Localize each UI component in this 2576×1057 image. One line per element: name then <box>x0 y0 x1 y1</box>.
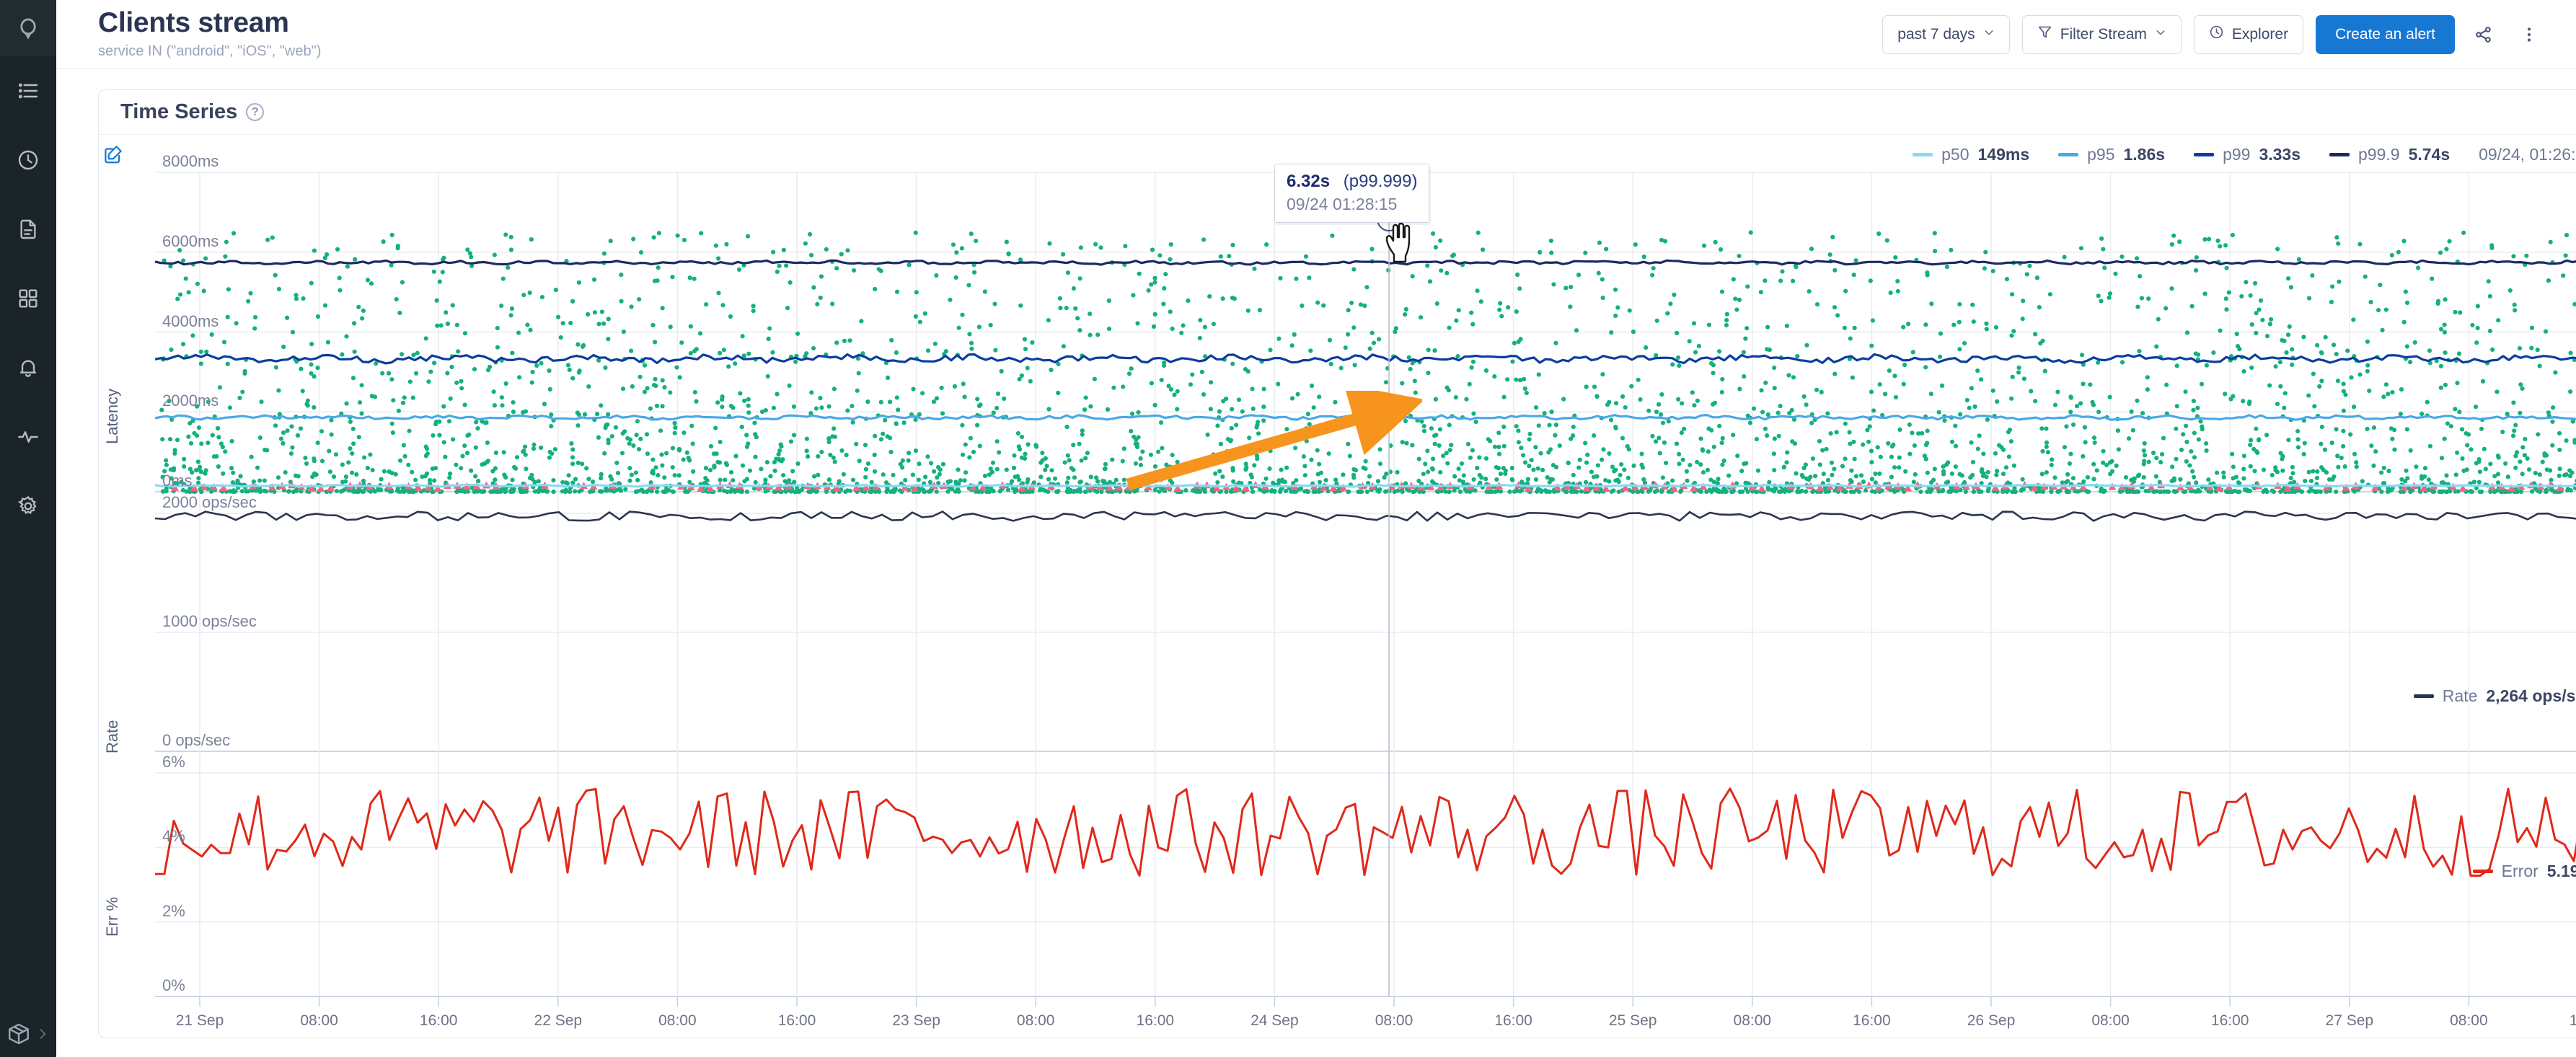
sidebar-bottom-group <box>0 1022 56 1050</box>
page-subtitle: service IN ("android", "iOS", "web") <box>98 43 322 59</box>
sidebar-item-list[interactable] <box>0 56 56 125</box>
x-tick-label: 24 Sep <box>1250 1012 1299 1029</box>
time-range-label: past 7 days <box>1897 25 1975 43</box>
page-title: Clients stream <box>98 7 289 39</box>
chevron-down-icon <box>2155 27 2166 42</box>
x-tick-label: 16:00 <box>2210 1012 2249 1029</box>
x-tick-label: 16:00 <box>777 1012 816 1029</box>
x-tick-label: 08:00 <box>1375 1012 1413 1029</box>
sidebar-item-monitors[interactable] <box>0 402 56 472</box>
series-line-error <box>154 787 2576 877</box>
x-tick-label: 23 Sep <box>892 1012 940 1029</box>
chevron-right-icon[interactable] <box>35 1027 50 1045</box>
y-tick-label: 6000ms <box>162 231 219 250</box>
y-tick-label: 6% <box>162 753 185 771</box>
sidebar-item-docs[interactable] <box>0 195 56 264</box>
chart-area: p50 149ms p95 1.86s p99 3.33s p99.9 5.74… <box>99 135 2576 1038</box>
plot-svg[interactable] <box>99 135 2576 1038</box>
create-alert-label: Create an alert <box>2335 25 2435 43</box>
app-logo[interactable] <box>0 0 56 56</box>
y-tick-label: 1000 ops/sec <box>162 612 257 630</box>
funnel-icon <box>2037 25 2052 44</box>
kebab-menu-icon[interactable] <box>2513 18 2546 51</box>
time-series-panel: Time Series ? p50 149ms p95 1.86s p99 3.… <box>98 89 2576 1038</box>
y-tick-label: 2% <box>162 901 185 920</box>
y-tick-label: 4000ms <box>162 311 219 330</box>
x-tick-label: 08:00 <box>2450 1012 2488 1029</box>
x-tick-label: 21 Sep <box>175 1012 224 1029</box>
y-tick-label: 4% <box>162 827 185 846</box>
title-block: Clients stream service IN ("android", "i… <box>98 7 322 60</box>
panel-title: Time Series <box>120 100 238 123</box>
create-alert-button[interactable]: Create an alert <box>2316 14 2455 54</box>
help-icon[interactable]: ? <box>246 103 265 121</box>
mouse-cursor <box>1385 222 1411 263</box>
x-tick-label: 08:00 <box>658 1012 697 1029</box>
time-range-selector[interactable]: past 7 days <box>1882 14 2010 54</box>
tooltip-timestamp: 09/24 01:28:15 <box>1287 195 1398 213</box>
y-tick-label: 8000ms <box>162 152 219 170</box>
panel-header: Time Series ? <box>99 90 2576 135</box>
left-sidebar <box>0 0 56 1057</box>
filter-stream-button[interactable]: Filter Stream <box>2021 14 2182 54</box>
top-bar: Clients stream service IN ("android", "i… <box>56 0 2576 69</box>
y-tick-label: 2000ms <box>162 392 219 410</box>
y-tick-label: 2000 ops/sec <box>162 493 257 511</box>
x-tick-label: 16:00 <box>419 1012 458 1029</box>
chevron-down-icon <box>1983 27 1995 42</box>
sidebar-item-dashboards[interactable] <box>0 264 56 333</box>
x-tick-label: 16:00 <box>1853 1012 1891 1029</box>
series-line-p95 <box>154 414 2576 421</box>
x-tick-label: 16:00 <box>1494 1012 1532 1029</box>
series-line-p50 <box>154 483 2576 488</box>
x-tick-label: 22 Sep <box>534 1012 583 1029</box>
y-tick-label: 0% <box>162 976 185 994</box>
sidebar-item-settings[interactable] <box>0 472 56 541</box>
tooltip-series: (p99.999) <box>1343 172 1418 191</box>
tooltip-line-1: 6.32s (p99.999) <box>1287 172 1417 192</box>
x-tick-label: 26 Sep <box>1967 1012 2016 1029</box>
x-tick-label: 08:00 <box>1016 1012 1055 1029</box>
filter-stream-label: Filter Stream <box>2060 25 2147 43</box>
x-tick-label: 25 Sep <box>1608 1012 1657 1029</box>
y-tick-label: 0ms <box>162 472 193 490</box>
x-tick-label: 16:00 <box>2569 1012 2576 1029</box>
top-bar-actions: past 7 days Filter Stream Explorer Creat… <box>1882 14 2546 54</box>
x-tick-label: 08:00 <box>1733 1012 1772 1029</box>
package-icon[interactable] <box>6 1022 31 1050</box>
x-tick-label: 27 Sep <box>2325 1012 2374 1029</box>
explorer-label: Explorer <box>2231 25 2289 43</box>
x-tick-label: 08:00 <box>300 1012 338 1029</box>
series-line-p99 <box>154 353 2576 365</box>
sidebar-item-recent[interactable] <box>0 125 56 195</box>
chart-tooltip: 6.32s (p99.999) 09/24 01:28:15 <box>1274 164 1430 223</box>
sidebar-item-alerts[interactable] <box>0 333 56 402</box>
series-line-p999 <box>154 259 2576 266</box>
tooltip-value: 6.32s <box>1287 172 1331 191</box>
explorer-button[interactable]: Explorer <box>2193 14 2304 54</box>
share-icon[interactable] <box>2467 18 2500 51</box>
x-tick-label: 16:00 <box>1136 1012 1175 1029</box>
clock-icon <box>2209 25 2224 44</box>
main-content: Clients stream service IN ("android", "i… <box>56 0 2576 1057</box>
x-tick-label: 08:00 <box>2091 1012 2130 1029</box>
y-tick-label: 0 ops/sec <box>162 731 231 749</box>
